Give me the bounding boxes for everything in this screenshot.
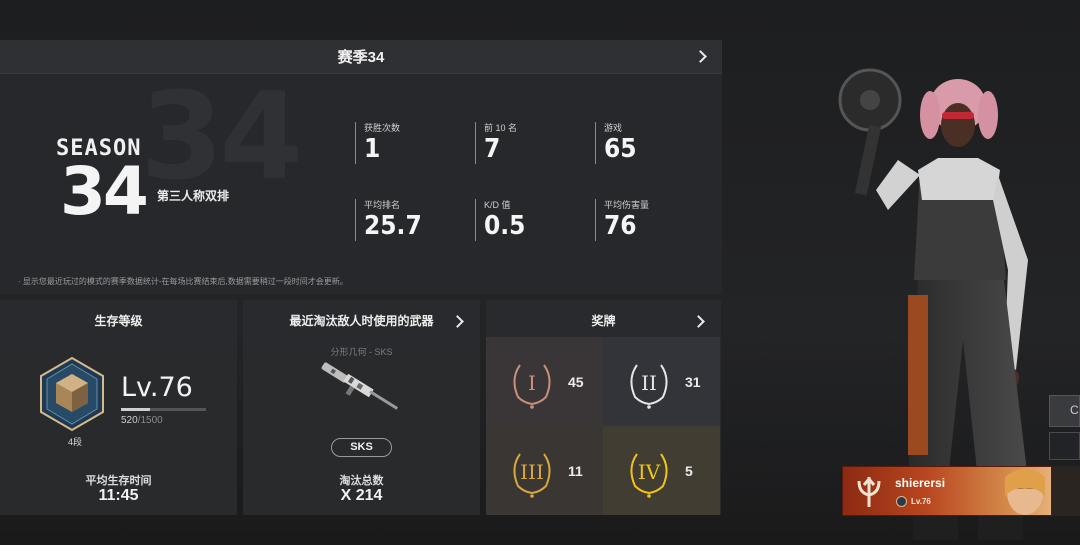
season-stats-panel: 赛季34 34 SEASON 34 第三人称双排 获胜次数 1 前 10 名 7… xyxy=(0,40,722,294)
survival-title: 生存等级 xyxy=(94,314,143,328)
stat-label: 游戏 xyxy=(604,123,623,133)
rank-badge-icon xyxy=(40,356,104,432)
medals-panel[interactable]: 奖牌 I 45 II 31 III 11 IV 5 xyxy=(486,300,721,515)
avg-survival-time-label: 平均生存时间 xyxy=(85,475,152,487)
season-header[interactable]: 赛季34 xyxy=(0,40,722,74)
avg-survival-time-value: 11:45 xyxy=(98,487,139,504)
season-header-title: 赛季34 xyxy=(337,49,385,66)
player-name: shierersi xyxy=(895,476,946,490)
medal-cell: II 31 xyxy=(603,337,720,426)
medal-cell: I 45 xyxy=(486,337,603,426)
game-mode-label: 第三人称双排 xyxy=(157,189,230,203)
weapon-title: 最近淘汰敌人时使用的武器 xyxy=(289,314,434,328)
tier-label: 4段 xyxy=(67,437,82,447)
side-secondary-button[interactable] xyxy=(1049,432,1080,460)
medal-count: 11 xyxy=(568,463,583,479)
medals-title: 奖牌 xyxy=(591,314,616,328)
weapon-name-tag: SKS xyxy=(331,438,392,457)
recent-weapon-panel[interactable]: 最近淘汰敌人时使用的武器 分形几何 - SKS SKS 淘汰总数 X 214 xyxy=(243,300,480,515)
stat-wins: 获胜次数 1 xyxy=(355,122,400,164)
medal-cell: IV 5 xyxy=(603,426,720,515)
survival-level: Lv.76 xyxy=(121,372,193,403)
stat-value: 1 xyxy=(364,134,381,164)
level-badge-icon xyxy=(896,496,907,507)
medal-wreath-icon: IV xyxy=(630,453,668,498)
medal-numeral: IV xyxy=(638,460,661,484)
medal-wreath-icon: II xyxy=(630,364,668,409)
medal-numeral: III xyxy=(520,460,544,484)
stat-value: 0.5 xyxy=(484,211,526,241)
trident-icon xyxy=(857,476,881,507)
stat-label: K/D 值 xyxy=(484,200,511,210)
stat-value: 76 xyxy=(604,211,637,241)
player-level: Lv.76 xyxy=(911,497,931,506)
stat-kd: K/D 值 0.5 xyxy=(475,199,525,241)
weapon-skin-name: 分形几何 - SKS xyxy=(330,347,393,357)
season-logo-number: 34 xyxy=(60,153,149,230)
stat-value: 7 xyxy=(484,134,501,164)
medal-wreath-icon: I xyxy=(513,364,551,409)
stat-value: 25.7 xyxy=(364,211,422,241)
xp-progress-fill xyxy=(121,408,151,411)
stat-top10: 前 10 名 7 xyxy=(475,122,517,164)
medal-cell: III 11 xyxy=(486,426,603,515)
chevron-right-icon[interactable] xyxy=(694,50,707,63)
xp-progress-bar xyxy=(121,408,206,411)
survival-level-panel: 生存等级 4段 Lv.76 520/1500 平均生存时间 11:45 xyxy=(0,300,237,515)
total-kills-value: X 214 xyxy=(340,487,383,504)
medal-count: 31 xyxy=(685,374,701,390)
side-action-button[interactable]: C xyxy=(1049,395,1080,427)
medal-count: 5 xyxy=(685,463,693,479)
xp-text: 520/1500 xyxy=(121,415,163,426)
stat-label: 平均排名 xyxy=(364,200,401,210)
stat-avg-damage: 平均伤害量 76 xyxy=(595,199,649,241)
total-kills-label: 淘汰总数 xyxy=(339,475,384,487)
stat-label: 前 10 名 xyxy=(484,123,518,133)
stat-avg-rank: 平均排名 25.7 xyxy=(355,199,422,241)
medal-count: 45 xyxy=(568,374,584,390)
medal-numeral: II xyxy=(641,371,657,395)
corner-emblem-icon xyxy=(1052,466,1080,516)
stat-label: 平均伤害量 xyxy=(604,200,650,210)
stat-games: 游戏 65 xyxy=(595,122,637,164)
season-logo: SEASON 34 xyxy=(56,136,149,230)
side-action-label: C xyxy=(1070,403,1079,417)
xp-total: /1500 xyxy=(137,415,163,426)
xp-current: 520 xyxy=(121,415,138,426)
stat-value: 65 xyxy=(604,134,637,164)
stat-label: 获胜次数 xyxy=(364,123,401,133)
season-note: · 显示您最近玩过的模式的赛季数据统计-在每场比赛结束后,数据需要稍过一段时间才… xyxy=(18,277,348,286)
player-nameplate[interactable]: shierersi Lv.76 xyxy=(842,466,1052,516)
player-portrait xyxy=(1005,469,1045,515)
rifle-icon xyxy=(321,362,399,410)
medal-numeral: I xyxy=(528,371,536,395)
medal-wreath-icon: III xyxy=(513,453,551,498)
